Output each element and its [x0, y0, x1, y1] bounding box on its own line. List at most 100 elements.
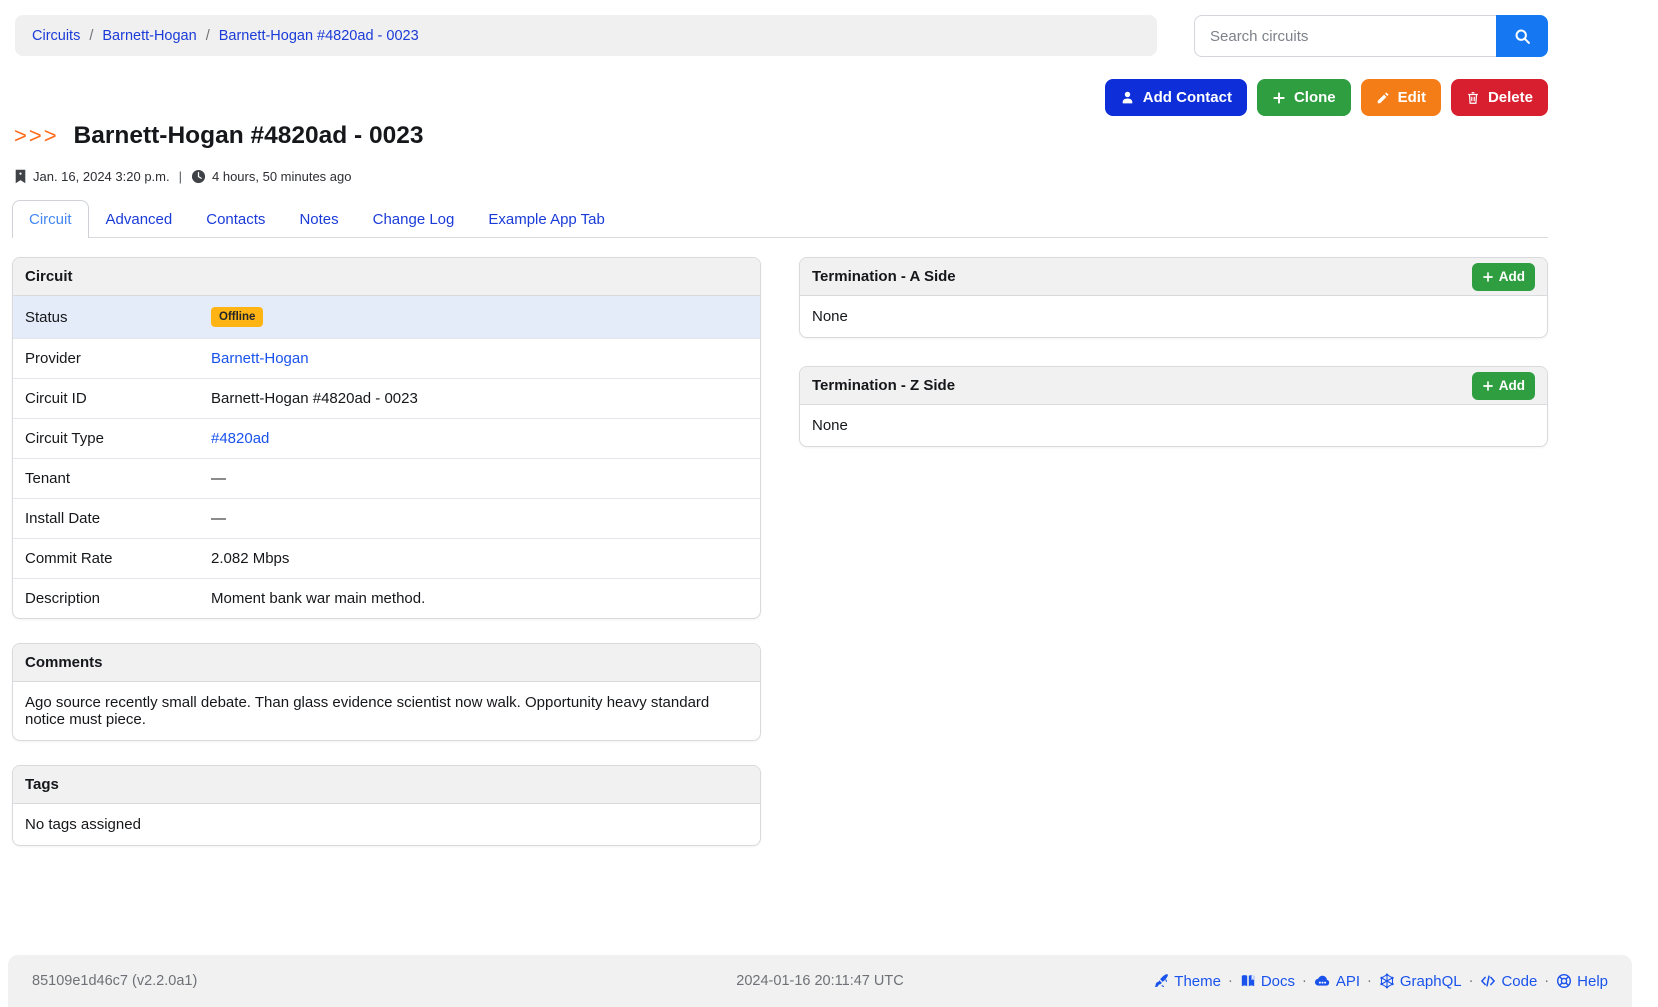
breadcrumb-separator: /: [89, 28, 93, 44]
attr-label: Install Date: [13, 499, 199, 539]
comments-panel-header: Comments: [13, 644, 760, 682]
breadcrumb-item-circuits[interactable]: Circuits: [32, 28, 80, 44]
clone-button[interactable]: Clone: [1257, 79, 1351, 116]
top-bar: Circuits / Barnett-Hogan / Barnett-Hogan…: [0, 0, 1658, 57]
help-icon: [1556, 973, 1572, 989]
circuit-id-value: Barnett-Hogan #4820ad - 0023: [199, 379, 760, 419]
delete-label: Delete: [1488, 89, 1533, 106]
tab-circuit[interactable]: Circuit: [12, 200, 89, 238]
termination-z-panel: Termination - Z Side Add None: [799, 366, 1548, 447]
updated-ago: 4 hours, 50 minutes ago: [212, 169, 351, 184]
footer-link-theme-label: Theme: [1174, 973, 1221, 990]
delete-button[interactable]: Delete: [1451, 79, 1548, 116]
termination-a-header: Termination - A Side Add: [800, 258, 1547, 296]
page-title: >>> Barnett-Hogan #4820ad - 0023: [14, 122, 1548, 150]
tags-panel: Tags No tags assigned: [12, 765, 761, 846]
footer-link-docs[interactable]: Docs: [1240, 973, 1295, 990]
footer-link-graphql[interactable]: GraphQL: [1379, 973, 1462, 990]
termination-z-add-label: Add: [1499, 378, 1525, 393]
search-input[interactable]: [1194, 15, 1496, 57]
attr-label: Status: [13, 296, 199, 339]
termination-z-title: Termination - Z Side: [812, 377, 955, 394]
breadcrumb: Circuits / Barnett-Hogan / Barnett-Hogan…: [15, 15, 1157, 56]
tags-panel-title: Tags: [25, 776, 59, 793]
attr-label: Tenant: [13, 459, 199, 499]
page-head: >>> Barnett-Hogan #4820ad - 0023 Jan. 16…: [0, 116, 1658, 184]
table-row-commit-rate: Commit Rate 2.082 Mbps: [13, 539, 760, 579]
page-title-text: Barnett-Hogan #4820ad - 0023: [74, 122, 424, 150]
add-contact-button[interactable]: Add Contact: [1105, 79, 1247, 116]
pencil-icon: [1376, 91, 1390, 105]
trash-icon: [1466, 91, 1480, 105]
table-row-status: Status Offline: [13, 296, 760, 339]
breadcrumb-item-provider[interactable]: Barnett-Hogan: [102, 28, 196, 44]
footer-link-api[interactable]: API: [1314, 973, 1360, 990]
table-row-tenant: Tenant —: [13, 459, 760, 499]
tab-contacts[interactable]: Contacts: [189, 200, 282, 238]
comments-panel-title: Comments: [25, 654, 103, 671]
tab-advanced[interactable]: Advanced: [89, 200, 190, 238]
circuit-attributes-table: Status Offline Provider Barnett-Hogan Ci…: [13, 296, 760, 618]
attr-label: Provider: [13, 339, 199, 379]
meta-separator: |: [179, 169, 182, 184]
attr-label: Description: [13, 579, 199, 619]
footer-separator: ·: [1302, 973, 1307, 989]
left-column: Circuit Status Offline Provider Barnett-…: [12, 257, 761, 846]
circuit-panel-header: Circuit: [13, 258, 760, 296]
edit-label: Edit: [1398, 89, 1426, 106]
footer-links: Theme · Docs · API ·: [1153, 973, 1608, 990]
tags-body: No tags assigned: [13, 804, 760, 845]
attr-label: Circuit ID: [13, 379, 199, 419]
termination-a-add-button[interactable]: Add: [1472, 263, 1535, 291]
termination-a-add-label: Add: [1499, 269, 1525, 284]
attr-label: Circuit Type: [13, 419, 199, 459]
footer: 85109e1d46c7 (v2.2.0a1) 2024-01-16 20:11…: [8, 955, 1632, 1007]
footer-link-help[interactable]: Help: [1556, 973, 1608, 990]
comments-panel: Comments Ago source recently small debat…: [12, 643, 761, 741]
termination-a-title: Termination - A Side: [812, 268, 956, 285]
footer-link-help-label: Help: [1577, 973, 1608, 990]
footer-link-code-label: Code: [1501, 973, 1537, 990]
commit-rate-value: 2.082 Mbps: [199, 539, 760, 579]
provider-link[interactable]: Barnett-Hogan: [211, 350, 309, 367]
edit-button[interactable]: Edit: [1361, 79, 1441, 116]
title-marker: >>>: [14, 123, 59, 149]
description-value: Moment bank war main method.: [199, 579, 760, 619]
footer-link-theme[interactable]: Theme: [1153, 973, 1221, 990]
plus-icon: [1272, 91, 1286, 105]
footer-build-version: 85109e1d46c7 (v2.2.0a1): [32, 973, 736, 989]
footer-link-code[interactable]: Code: [1480, 973, 1537, 990]
circuit-type-link[interactable]: #4820ad: [211, 430, 269, 447]
attr-label: Commit Rate: [13, 539, 199, 579]
footer-separator: ·: [1544, 973, 1549, 989]
tab-change-log[interactable]: Change Log: [356, 200, 472, 238]
footer-separator: ·: [1367, 973, 1372, 989]
table-row-provider: Provider Barnett-Hogan: [13, 339, 760, 379]
termination-a-body: None: [800, 296, 1547, 337]
tags-panel-header: Tags: [13, 766, 760, 804]
termination-z-add-button[interactable]: Add: [1472, 372, 1535, 400]
search-button[interactable]: [1496, 15, 1548, 57]
object-meta: Jan. 16, 2024 3:20 p.m. | 4 hours, 50 mi…: [14, 169, 1548, 184]
clone-label: Clone: [1294, 89, 1336, 106]
code-icon: [1480, 973, 1496, 989]
termination-z-header: Termination - Z Side Add: [800, 367, 1547, 405]
clock-icon: [191, 169, 206, 184]
comments-body: Ago source recently small debate. Than g…: [13, 682, 760, 740]
search-icon: [1514, 28, 1531, 45]
tab-notes[interactable]: Notes: [282, 200, 355, 238]
object-actions: Add Contact Clone Edit Delete: [0, 57, 1658, 116]
tab-example-app-tab[interactable]: Example App Tab: [471, 200, 621, 238]
termination-a-panel: Termination - A Side Add None: [799, 257, 1548, 338]
circuit-panel: Circuit Status Offline Provider Barnett-…: [12, 257, 761, 619]
right-column: Termination - A Side Add None Terminatio…: [799, 257, 1548, 447]
footer-separator: ·: [1228, 973, 1233, 989]
main-content: Circuit Status Offline Provider Barnett-…: [0, 238, 1658, 846]
created-timestamp: Jan. 16, 2024 3:20 p.m.: [33, 169, 170, 184]
breadcrumb-separator: /: [206, 28, 210, 44]
add-contact-label: Add Contact: [1143, 89, 1232, 106]
footer-timestamp: 2024-01-16 20:11:47 UTC: [736, 973, 903, 989]
breadcrumb-item-current[interactable]: Barnett-Hogan #4820ad - 0023: [219, 28, 419, 44]
bookmark-icon: [14, 169, 27, 184]
table-row-circuit-type: Circuit Type #4820ad: [13, 419, 760, 459]
